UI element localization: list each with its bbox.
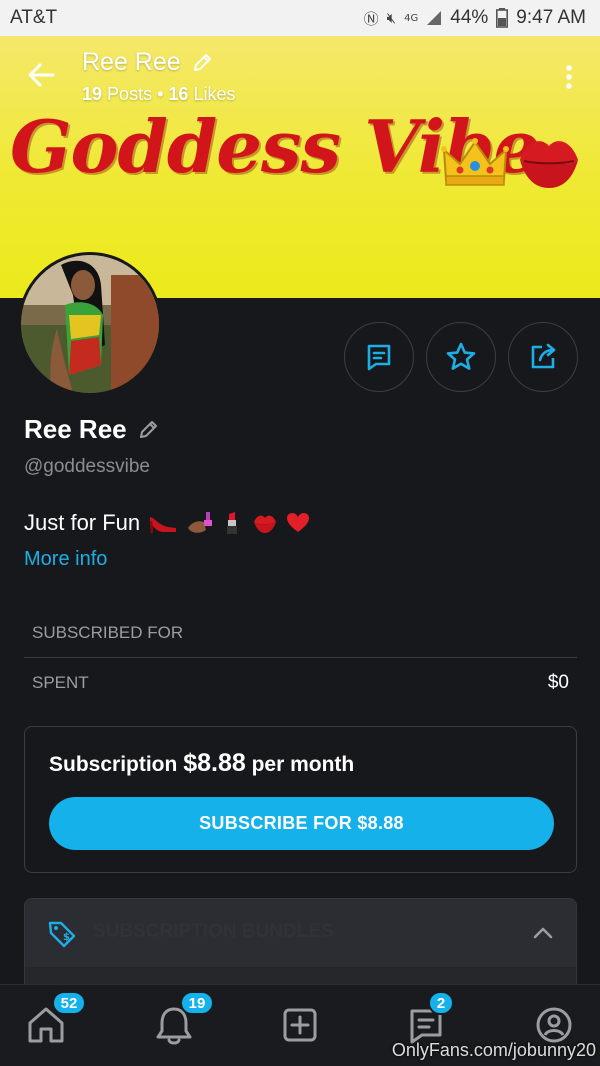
more-options-icon[interactable] [558,64,580,90]
likes-label: Likes [193,84,236,104]
share-button[interactable] [508,322,578,392]
spent-value: $0 [547,672,569,693]
header-name-text: Ree Ree [82,48,181,76]
status-bar: AT&T Ⓝ 🔇︎ 4G 44% 9:47 AM [0,0,600,36]
profile-name: Ree Ree [24,414,159,445]
price-tag-icon: $ [48,921,76,948]
subscription-prefix: Subscription [49,753,178,776]
mute-icon: 🔇︎ [386,9,397,27]
nav-home[interactable]: 52 [24,991,86,1049]
spent-label: SPENT [32,673,89,692]
meta-separator: • [157,84,164,104]
lipstick-icon [227,512,238,534]
chevron-up-icon[interactable] [531,921,555,945]
battery-icon [496,8,509,28]
spent-row: SPENT $0 [24,658,577,708]
lte-icon: 4G [404,12,419,24]
bundles-title: SUBSCRIPTION BUNDLES [93,921,334,942]
message-button[interactable] [344,322,414,392]
home-badge: 52 [52,991,86,1015]
subscription-card: Subscription $8.88 per month SUBSCRIBE F… [24,726,577,873]
favorite-button[interactable] [426,322,496,392]
subscription-price-line: Subscription $8.88 per month [49,749,354,778]
notifications-badge: 19 [180,991,214,1015]
back-arrow-icon[interactable] [26,60,56,90]
likes-count: 16 [168,84,189,104]
nav-notifications[interactable]: 19 [152,991,214,1049]
subscribed-for-label: SUBSCRIBED FOR [32,622,184,642]
avatar[interactable] [18,252,162,396]
profile-handle: @goddessvibe [24,456,150,477]
profile-bio: Just for Fun [24,510,310,536]
subscription-suffix: per month [251,753,355,776]
signal-icon [427,11,442,25]
watermark-text: OnlyFans.com/jobunny20 [391,1040,596,1060]
subscribed-for-row: SUBSCRIBED FOR [24,608,577,658]
battery-percent: 44% [450,7,489,28]
kiss-icon [254,515,277,533]
star-icon [446,342,476,370]
bio-text: Just for Fun [24,510,141,535]
more-info-link[interactable]: More info [24,548,107,571]
high-heel-icon [149,517,177,534]
add-square-icon [283,1008,317,1042]
share-icon [531,343,556,369]
chat-icon [367,344,391,371]
status-icons: Ⓝ 🔇︎ 4G 44% 9:47 AM [364,7,586,29]
messages-badge: 2 [428,991,454,1015]
clock: 9:47 AM [516,7,586,28]
crown-icon [441,138,509,186]
carrier-label: AT&T [10,7,58,28]
posts-count: 19 [82,84,103,104]
nav-add-post[interactable] [278,1003,324,1049]
nail-polish-icon [188,512,213,533]
avatar-photo [21,255,159,393]
verified-pencil-icon [193,53,211,71]
header-name: Ree Ree [82,48,213,77]
svg-text:$: $ [63,932,70,943]
posts-label: Posts [107,84,153,104]
bundles-header[interactable]: $ SUBSCRIPTION BUNDLES [25,899,576,967]
edit-pencil-icon [139,420,157,438]
header-meta: 19 Posts • 16 Likes [82,84,236,105]
profile-name-text: Ree Ree [24,414,127,444]
subscription-price: $8.88 [183,749,246,777]
heart-icon [287,513,310,532]
nfc-icon: Ⓝ [363,9,379,28]
kiss-lips-icon [520,141,578,188]
subscribe-button[interactable]: SUBSCRIBE FOR $8.88 [49,797,554,850]
